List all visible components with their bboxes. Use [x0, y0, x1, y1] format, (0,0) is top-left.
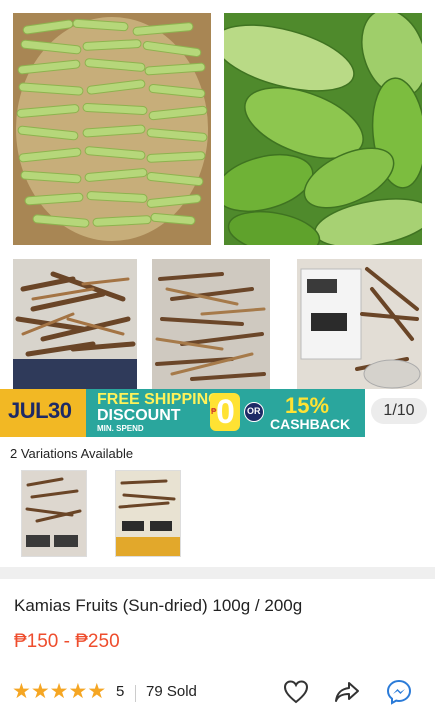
photo-dried-kamias-2	[152, 259, 270, 389]
cashback-text: CASHBACK	[270, 416, 351, 432]
rating-value: 5	[116, 683, 125, 700]
star-icon: ★	[12, 680, 31, 703]
or-text: OR	[247, 406, 261, 416]
section-divider	[0, 567, 435, 579]
min-spend-text: MIN. SPEND	[97, 424, 144, 433]
discount-text: DISCOUNT	[97, 407, 181, 424]
photo-whole-kamias	[224, 13, 422, 245]
star-icon: ★	[68, 680, 88, 703]
product-price: ₱150 - ₱250	[14, 631, 120, 652]
product-title: Kamias Fruits (Sun-dried) 100g / 200g	[14, 596, 303, 615]
promo-badge: JUL30	[0, 389, 86, 437]
rating-divider	[135, 685, 136, 702]
variation-thumb-2[interactable]	[115, 470, 181, 557]
zero-text: 0	[216, 393, 235, 431]
messenger-icon[interactable]	[385, 678, 413, 706]
zero-amount: ₱ 0	[210, 393, 240, 431]
image-counter: 1/10	[371, 398, 427, 424]
heart-icon[interactable]	[282, 678, 310, 706]
star-icon: ★	[87, 680, 107, 703]
rating-stars: ★★★★★	[12, 680, 106, 704]
star-icon: ★	[30, 680, 50, 703]
share-icon[interactable]	[333, 678, 361, 706]
photo-sliced-kamias	[13, 13, 211, 245]
promo-badge-text: JUL30	[8, 398, 72, 423]
variation-thumb-1[interactable]	[21, 470, 87, 557]
photo-dried-kamias-1	[13, 259, 137, 389]
or-badge: OR	[244, 402, 264, 422]
photo-dried-kamias-scale	[297, 259, 422, 389]
sold-count: 79 Sold	[146, 683, 197, 700]
image-counter-text: 1/10	[383, 402, 415, 419]
star-icon: ★	[49, 680, 69, 703]
variations-title: 2 Variations Available	[10, 446, 134, 461]
product-image-gallery[interactable]: JUL30 FREE SHIPPING DISCOUNT MIN. SPEND …	[0, 0, 435, 437]
